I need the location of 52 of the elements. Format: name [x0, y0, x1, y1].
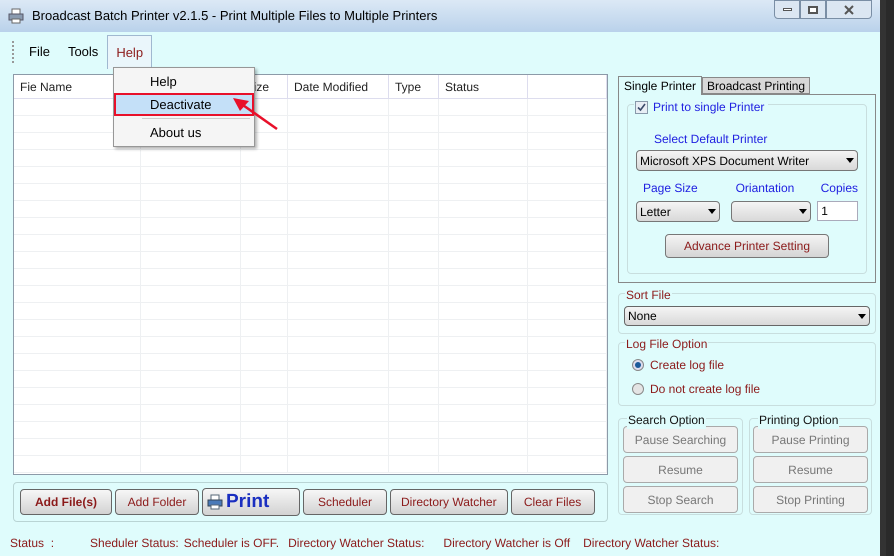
- status-text: Directory Watcher Status:: [288, 535, 424, 552]
- tab[interactable]: Broadcast Printing: [702, 77, 810, 94]
- radio-label: Create log file: [650, 357, 724, 374]
- printer-icon: [8, 8, 24, 24]
- column-header[interactable]: Date Modified: [294, 78, 368, 96]
- checkbox-label: Print to single Printer: [653, 99, 764, 116]
- column-header[interactable]: Type: [395, 78, 422, 96]
- column-header[interactable]: Fie Name: [20, 78, 72, 96]
- toolbar-button[interactable]: Directory Watcher: [390, 489, 508, 515]
- orientation-dropdown[interactable]: [730, 201, 812, 222]
- toolbar-button[interactable]: Scheduler: [303, 489, 387, 515]
- field-label: Select Default Printer: [654, 131, 768, 148]
- checkbox[interactable]: [635, 100, 648, 114]
- menu-item[interactable]: About us: [116, 121, 252, 144]
- add-files-button[interactable]: Add File(s): [20, 489, 112, 515]
- print-button[interactable]: Print: [202, 488, 300, 516]
- dropdown-arrow-icon: [799, 209, 808, 214]
- radio-button[interactable]: [632, 383, 644, 395]
- toolbar-button[interactable]: Clear Files: [510, 489, 595, 515]
- copies-field[interactable]: 1: [817, 201, 858, 221]
- advance-printer-setting-button[interactable]: Advance Printer Setting: [665, 234, 829, 258]
- menu-item[interactable]: Help: [116, 70, 252, 93]
- status-text: Status :: [10, 535, 54, 552]
- minimize-button[interactable]: [774, 0, 800, 19]
- field-label: Page Size: [643, 180, 699, 197]
- sort-dropdown[interactable]: None: [624, 306, 870, 326]
- menu-item[interactable]: Tools: [58, 35, 108, 69]
- printer-icon: [207, 494, 223, 510]
- status-text: Directory Watcher is Off: [443, 535, 570, 552]
- dropdown-arrow-icon: [858, 314, 866, 318]
- tab[interactable]: Single Printer: [618, 76, 702, 95]
- dropdown-arrow-icon: [708, 209, 716, 214]
- printer-dropdown[interactable]: Microsoft XPS Document Writer: [636, 150, 858, 171]
- status-text: Directory Watcher Status:: [583, 535, 720, 552]
- arrow-annotation: [232, 95, 278, 131]
- radio-button[interactable]: [632, 359, 644, 371]
- column-header[interactable]: Status: [445, 78, 480, 96]
- toolbar-button[interactable]: Add Folder: [115, 489, 199, 515]
- field-label: Copies: [820, 180, 858, 197]
- dropdown-arrow-icon: [846, 158, 854, 163]
- menu-item[interactable]: File: [20, 35, 59, 69]
- page-size-dropdown[interactable]: Letter: [636, 201, 720, 222]
- close-icon: [844, 4, 854, 14]
- status-text: Scheduler is OFF.: [184, 535, 280, 552]
- window-title: Broadcast Batch Printer v2.1.5 - Print Multiple Files to Multiple Printers: [32, 7, 438, 26]
- menu-item[interactable]: Deactivate: [114, 93, 254, 116]
- menu-item[interactable]: Help: [107, 35, 152, 69]
- field-label: Oriantation: [736, 180, 796, 197]
- close-button[interactable]: [826, 0, 872, 19]
- status-text: Sheduler Status:: [90, 535, 179, 552]
- maximize-button[interactable]: [800, 0, 826, 19]
- radio-label: Do not create log file: [650, 381, 760, 398]
